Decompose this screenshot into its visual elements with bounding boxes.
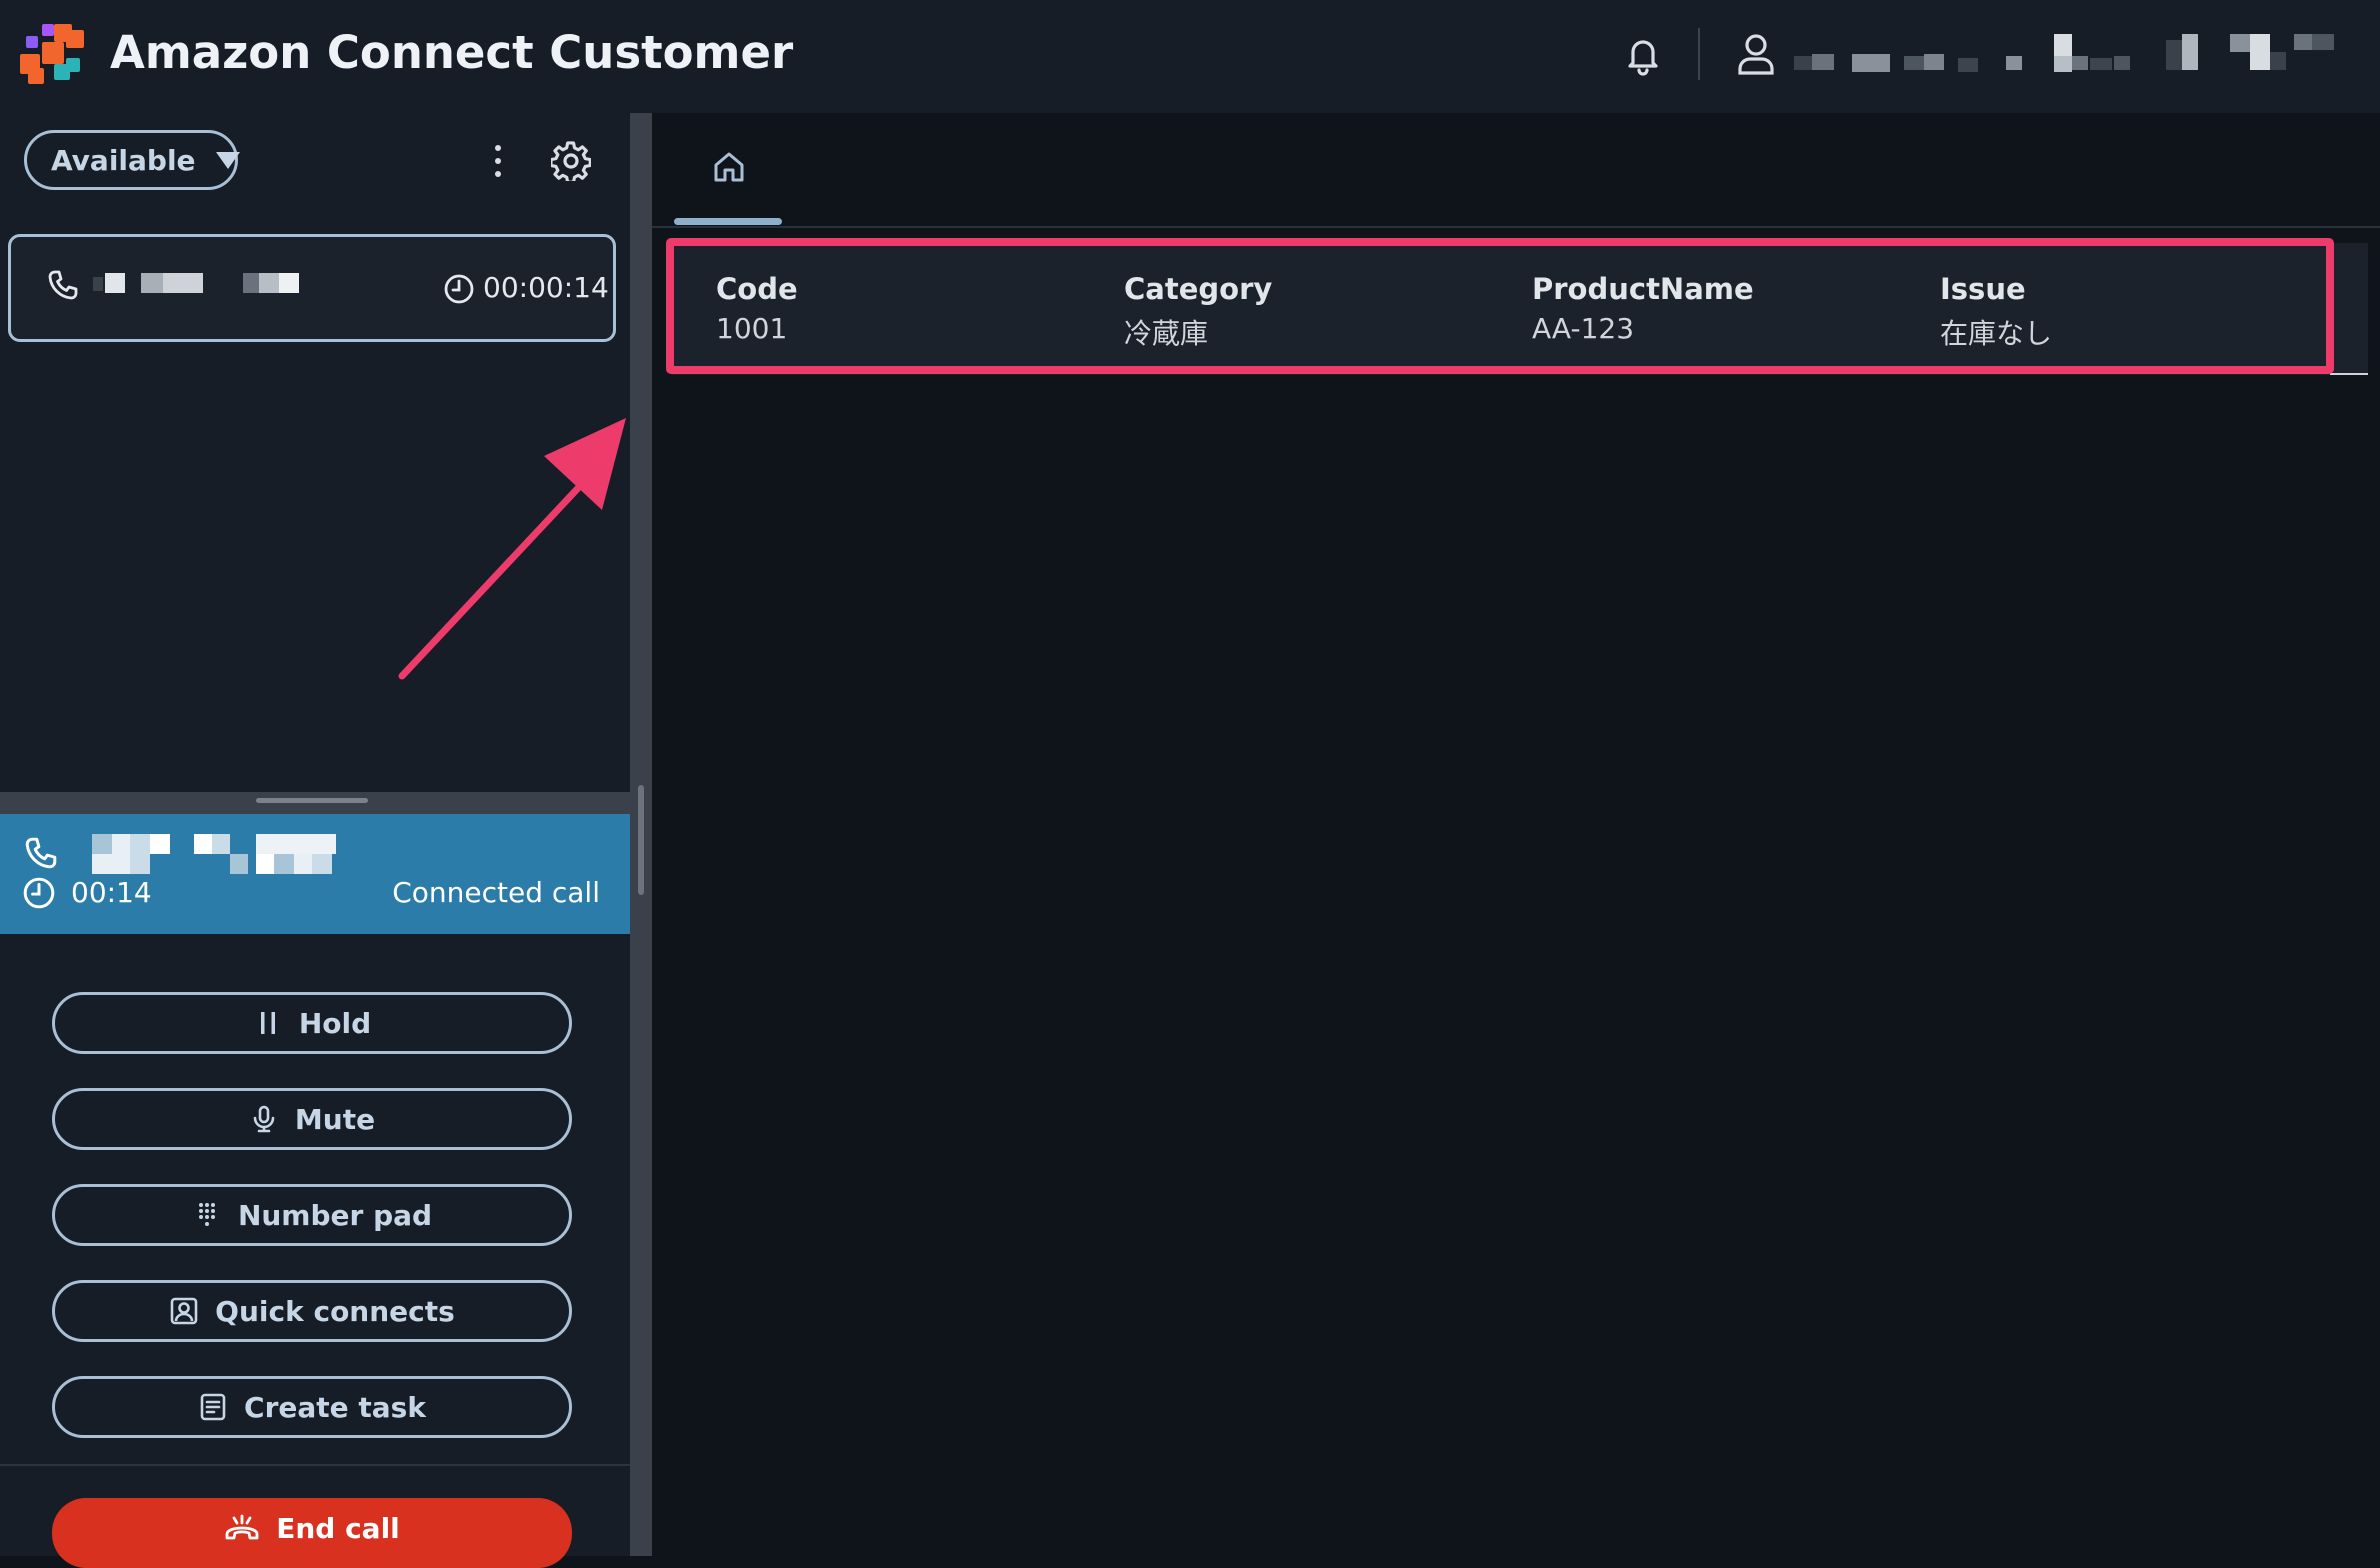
app-title: Amazon Connect Customer [110, 26, 794, 79]
active-call-banner: 00:14 Connected call [0, 814, 630, 934]
resize-grip[interactable] [256, 798, 368, 803]
tab-bar-divider [652, 226, 2380, 228]
caller-number-redacted [92, 834, 342, 874]
number-pad-label: Number pad [237, 1198, 433, 1232]
caret-down-icon [215, 151, 240, 169]
number-pad-button[interactable]: Number pad [52, 1184, 572, 1246]
active-tab-indicator [674, 218, 782, 225]
agent-status-dropdown[interactable]: Available [24, 130, 240, 190]
contact-card[interactable]: 00:00:14 [8, 234, 616, 342]
mute-label: Mute [294, 1102, 376, 1136]
actions-divider [0, 1464, 630, 1466]
user-name-redacted [1794, 34, 2334, 74]
task-icon [200, 1393, 226, 1421]
phone-icon [48, 270, 78, 300]
agent-status-label: Available [51, 143, 196, 177]
top-bar: Amazon Connect Customer [0, 0, 2380, 113]
panel-resize-handle[interactable] [0, 792, 630, 814]
card-edge-line [2330, 373, 2368, 375]
phone-number-redacted [93, 273, 333, 299]
mute-button[interactable]: Mute [52, 1088, 572, 1150]
contact-timer: 00:00:14 [483, 271, 609, 304]
annotation-arrow [398, 418, 626, 680]
gear-icon[interactable] [551, 141, 591, 181]
create-task-button[interactable]: Create task [52, 1376, 572, 1438]
phone-icon [25, 837, 57, 869]
pause-icon [260, 1012, 275, 1034]
clock-icon [444, 274, 474, 304]
hold-label: Hold [298, 1006, 372, 1040]
user-profile-icon[interactable] [1736, 32, 1776, 76]
quick-connects-button[interactable]: Quick connects [52, 1280, 572, 1342]
hold-button[interactable]: Hold [52, 992, 572, 1054]
amazon-connect-logo-icon [20, 24, 84, 84]
end-call-button[interactable]: End call [52, 1498, 572, 1568]
home-icon[interactable] [712, 150, 746, 184]
clock-icon [23, 877, 55, 909]
notification-bell-icon[interactable] [1622, 34, 1664, 76]
call-elapsed-time: 00:14 [71, 876, 152, 909]
call-state: Connected call [392, 876, 600, 909]
microphone-icon [253, 1105, 275, 1133]
hang-up-icon [225, 1514, 259, 1540]
splitter-grip[interactable] [638, 785, 644, 895]
keypad-icon [198, 1203, 215, 1226]
annotation-highlight-box [666, 238, 2334, 374]
end-call-label: End call [276, 1512, 400, 1545]
header-divider [1698, 28, 1700, 80]
more-options-icon[interactable] [486, 140, 510, 184]
contact-book-icon [170, 1297, 198, 1325]
quick-connects-label: Quick connects [215, 1294, 455, 1328]
create-task-label: Create task [244, 1390, 426, 1424]
